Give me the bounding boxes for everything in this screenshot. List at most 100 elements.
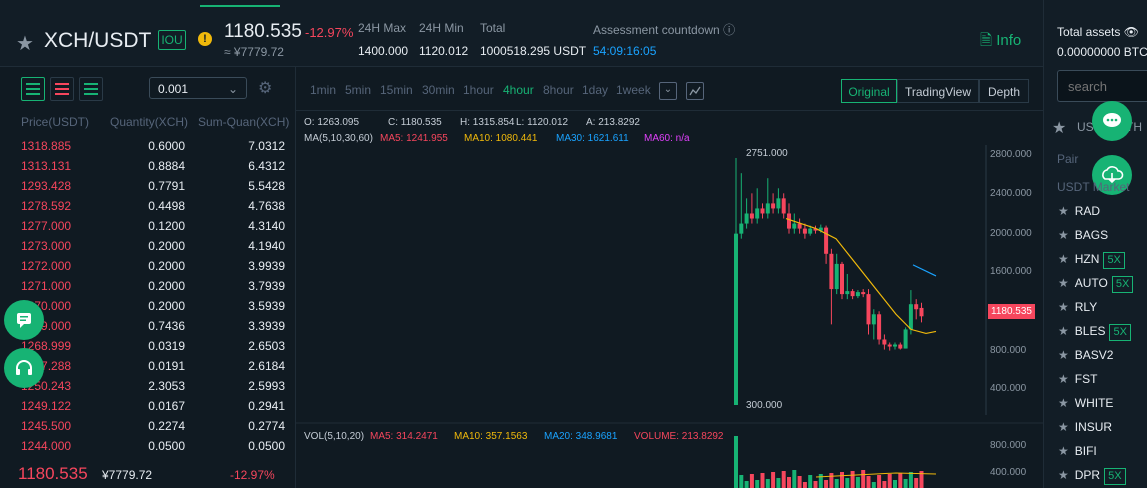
ask-price: 1277.000	[21, 219, 72, 233]
volume-bar	[861, 470, 866, 488]
ask-row[interactable]: 1245.500 0.2274 0.2774	[0, 416, 295, 436]
market-row[interactable]: ★ BAGS	[1058, 228, 1108, 242]
ask-row[interactable]: 1244.000 0.0500 0.0500	[0, 436, 295, 456]
market-row[interactable]: ★ INSUR	[1058, 420, 1112, 434]
ask-row[interactable]: 1271.000 0.2000 3.7939	[0, 276, 295, 296]
ask-row[interactable]: 1277.000 0.1200 4.3140	[0, 216, 295, 236]
ask-row[interactable]: 1272.000 0.2000 3.9939	[0, 256, 295, 276]
ask-row[interactable]: 1270.000 0.2000 3.5939	[0, 296, 295, 316]
timeframe-15min[interactable]: 15min	[380, 83, 413, 97]
candle-body	[734, 233, 738, 405]
market-row[interactable]: ★ BIFI	[1058, 444, 1097, 458]
star-icon[interactable]: ★	[1058, 324, 1069, 338]
ask-row[interactable]: 1249.122 0.0167 0.2941	[0, 396, 295, 416]
star-icon[interactable]: ★	[1058, 300, 1069, 314]
vol-ma5: MA5: 314.2471	[370, 431, 438, 442]
leverage-badge: 5X	[1111, 276, 1134, 293]
ask-row[interactable]: 1318.885 0.6000 7.0312	[0, 136, 295, 156]
star-icon[interactable]: ★	[1058, 204, 1069, 218]
ask-row[interactable]: 1257.288 0.0191 2.6184	[0, 356, 295, 376]
candle-body	[914, 304, 919, 310]
ask-row[interactable]: 1313.131 0.8884 6.4312	[0, 156, 295, 176]
favorites-star-icon[interactable]: ★	[1052, 118, 1066, 138]
market-row[interactable]: ★ RLY	[1058, 300, 1097, 314]
star-icon[interactable]: ★	[1058, 444, 1069, 458]
volume-bar	[882, 481, 887, 488]
market-row[interactable]: ★ BASV2	[1058, 348, 1113, 362]
chat-button[interactable]	[4, 300, 44, 340]
star-icon[interactable]: ★	[1058, 396, 1069, 410]
market-row[interactable]: ★ FST	[1058, 372, 1097, 386]
volume-bar	[898, 473, 903, 488]
timeframe-4hour[interactable]: 4hour	[503, 83, 534, 97]
market-search-input[interactable]	[1057, 70, 1147, 102]
info-button[interactable]: 🗎 Info	[980, 30, 1021, 55]
view-asks-button[interactable]	[50, 77, 74, 101]
tab-depth[interactable]: Depth	[979, 79, 1029, 103]
col-quantity: Quantity(XCH)	[110, 115, 189, 129]
ask-quantity: 2.3053	[148, 379, 185, 393]
star-icon[interactable]: ★	[1058, 252, 1069, 266]
tab-original[interactable]: Original	[841, 79, 897, 103]
ask-row[interactable]: 1268.999 0.0319 2.6503	[0, 336, 295, 356]
ma30-line	[912, 264, 937, 277]
ask-quantity: 0.2000	[148, 259, 185, 273]
ask-row[interactable]: 1293.428 0.7791 5.5428	[0, 176, 295, 196]
info-circle-icon[interactable]: ⓘ	[723, 23, 735, 37]
ask-row[interactable]: 1269.000 0.7436 3.3939	[0, 316, 295, 336]
timeframe-1hour[interactable]: 1hour	[463, 83, 494, 97]
market-row[interactable]: ★ DPR 5X	[1058, 468, 1126, 485]
star-icon[interactable]: ★	[1058, 468, 1069, 482]
market-row[interactable]: ★ RAD	[1058, 204, 1100, 218]
depth-select[interactable]: 0.001 ⌄	[149, 77, 247, 99]
timeframe-1day[interactable]: 1day	[582, 83, 608, 97]
ohlc-high: H: 1315.854	[460, 117, 515, 128]
ohlc-open: O: 1263.095	[304, 117, 360, 128]
gear-icon[interactable]: ⚙	[258, 78, 272, 98]
star-icon[interactable]: ★	[1058, 276, 1069, 290]
star-icon[interactable]: ★	[1058, 372, 1069, 386]
candle-body	[850, 291, 855, 297]
star-icon[interactable]: ★	[1058, 420, 1069, 434]
ask-quantity: 0.4498	[148, 199, 185, 213]
star-icon[interactable]: ★	[1058, 348, 1069, 362]
star-icon[interactable]: ★	[1058, 228, 1069, 242]
price-axis-tick: 2800.000	[990, 149, 1032, 160]
market-row[interactable]: ★ WHITE	[1058, 396, 1113, 410]
timeframe-30min[interactable]: 30min	[422, 83, 455, 97]
volume-bar	[755, 480, 760, 488]
timeframe-1min[interactable]: 1min	[310, 83, 336, 97]
candle-body	[739, 223, 744, 234]
message-button[interactable]	[1092, 101, 1132, 141]
ask-sum: 5.5428	[248, 179, 285, 193]
market-row[interactable]: ★ AUTO 5X	[1058, 276, 1134, 293]
volume-bar	[845, 478, 850, 488]
timeframe-5min[interactable]: 5min	[345, 83, 371, 97]
support-button[interactable]	[4, 348, 44, 388]
market-symbol: BAGS	[1074, 228, 1109, 242]
view-both-button[interactable]	[21, 77, 45, 101]
ask-sum: 3.9939	[248, 259, 285, 273]
favorite-star-icon[interactable]: ★	[16, 31, 34, 56]
volume-bar	[908, 472, 913, 488]
tab-tradingview[interactable]: TradingView	[897, 79, 979, 103]
ask-row[interactable]: 1250.243 2.3053 2.5993	[0, 376, 295, 396]
vol-label: VOL(5,10,20)	[304, 431, 365, 442]
market-row[interactable]: ★ BLES 5X	[1058, 324, 1131, 341]
market-symbol: FST	[1074, 372, 1098, 386]
market-row[interactable]: ★ HZN 5X	[1058, 252, 1125, 269]
candle-body	[776, 198, 781, 209]
eye-icon[interactable]: 👁	[1124, 25, 1139, 39]
headset-icon	[16, 360, 32, 375]
timeframe-8hour[interactable]: 8hour	[543, 83, 574, 97]
candle-body	[765, 203, 770, 214]
timeframe-1week[interactable]: 1week	[616, 83, 651, 97]
ask-row[interactable]: 1273.000 0.2000 4.1940	[0, 236, 295, 256]
ask-quantity: 0.1200	[148, 219, 185, 233]
ma-label: MA(5,10,30,60)	[304, 133, 373, 144]
view-bids-button[interactable]	[79, 77, 103, 101]
indicator-chart-icon[interactable]	[686, 82, 704, 100]
chevron-down-icon[interactable]: ⌄	[659, 82, 677, 100]
warning-icon[interactable]: !	[198, 32, 212, 46]
ask-row[interactable]: 1278.592 0.4498 4.7638	[0, 196, 295, 216]
